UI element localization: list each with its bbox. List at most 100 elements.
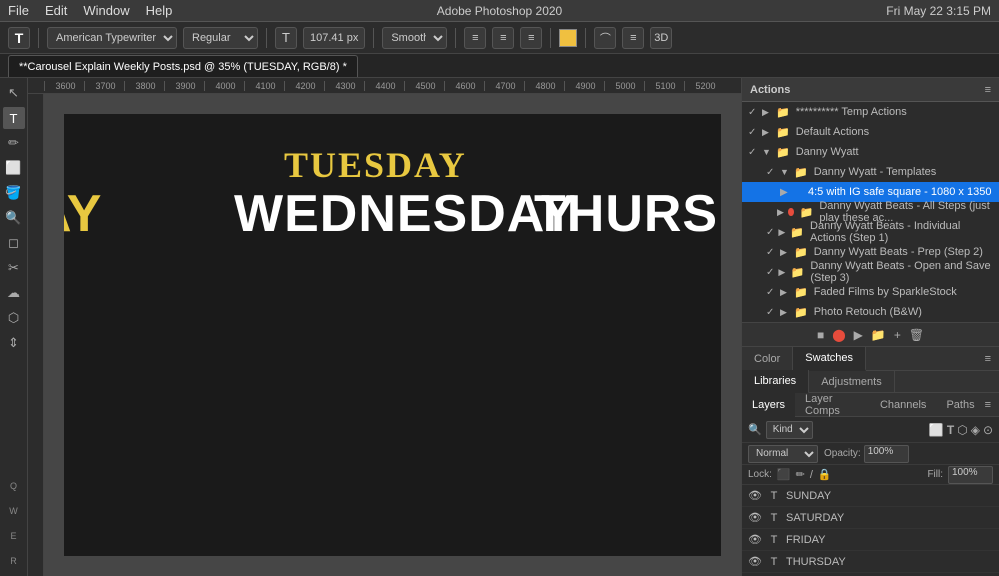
tool-fill[interactable]: 🪣: [3, 182, 25, 204]
action-item-photo-bw[interactable]: ✓ ▶ 📁 Photo Retouch (B&W): [742, 302, 999, 322]
filter-text-icon[interactable]: T: [947, 423, 954, 437]
layer-friday[interactable]: 👁 T FRIDAY: [742, 529, 999, 551]
action-item-beats-all[interactable]: ▶ 📁 Danny Wyatt Beats - All Steps (just …: [742, 202, 999, 222]
folder-icon: 📁: [794, 166, 808, 179]
ruler-tick: 3700: [84, 81, 124, 91]
action-item-templates[interactable]: ✓ ▼ 📁 Danny Wyatt - Templates: [742, 162, 999, 182]
tab-layer-comps[interactable]: Layer Comps: [795, 393, 870, 417]
folder-icon: 📁: [776, 126, 790, 139]
font-family-select[interactable]: American Typewriter: [47, 27, 177, 49]
options-btn[interactable]: ≡: [622, 27, 644, 49]
lock-pixel-icon[interactable]: ⬛: [777, 468, 791, 481]
action-item-faded[interactable]: ✓ ▶ 📁 Faded Films by SparkleStock: [742, 282, 999, 302]
tab-swatches[interactable]: Swatches: [793, 347, 866, 371]
3d-btn[interactable]: 3D: [650, 27, 672, 49]
menu-help[interactable]: Help: [146, 3, 173, 18]
align-right-btn[interactable]: ≡: [520, 27, 542, 49]
tool-zoom[interactable]: 🔍: [3, 207, 25, 229]
filter-effect-icon[interactable]: ⊙: [983, 423, 993, 437]
font-size-input[interactable]: 107.41 px: [303, 27, 365, 49]
tool-select[interactable]: ◻: [3, 232, 25, 254]
lock-label: Lock:: [748, 469, 772, 480]
system-info: Fri May 22 3:15 PM: [886, 4, 991, 18]
actions-new-set-btn[interactable]: 📁: [871, 328, 886, 342]
lock-all-icon[interactable]: 🔒: [818, 468, 832, 481]
actions-panel-menu-icon[interactable]: ≡: [985, 84, 991, 96]
layer-visibility-icon[interactable]: 👁: [748, 533, 762, 546]
tool-mask[interactable]: E: [3, 525, 25, 547]
layers-panel-tabs: Layers Layer Comps Channels Paths ≡: [742, 393, 999, 417]
lock-artboard-icon[interactable]: /: [810, 469, 813, 481]
canvas-area[interactable]: 3600 3700 3800 3900 4000 4100 4200 4300 …: [28, 78, 741, 576]
action-item-4-5[interactable]: ▶ 4:5 with IG safe square - 1080 x 1350: [742, 182, 999, 202]
action-item-default[interactable]: ✓ ▶ 📁 Default Actions: [742, 122, 999, 142]
lock-position-icon[interactable]: ✏: [796, 468, 805, 481]
filter-pixel-icon[interactable]: ⬜: [929, 423, 944, 437]
layer-thursday[interactable]: 👁 T THURSDAY: [742, 551, 999, 573]
tab-paths[interactable]: Paths: [936, 393, 984, 417]
tool-brush[interactable]: ✏: [3, 132, 25, 154]
tool-extra1[interactable]: R: [3, 550, 25, 572]
fill-value[interactable]: 100%: [948, 466, 993, 484]
action-item-beats-ind[interactable]: ✓ ▶ 📁 Danny Wyatt Beats - Individual Act…: [742, 222, 999, 242]
tool-shape[interactable]: ⬡: [3, 307, 25, 329]
action-item-beats-open[interactable]: ✓ ▶ 📁 Danny Wyatt Beats - Open and Save …: [742, 262, 999, 282]
actions-play-btn[interactable]: ▶: [854, 328, 863, 342]
layers-search-bar: 🔍 Kind ⬜ T ⬡ ◈ ⊙: [742, 417, 999, 443]
actions-panel-icons: ≡: [985, 84, 991, 96]
action-item-danny[interactable]: ✓ ▼ 📁 Danny Wyatt: [742, 142, 999, 162]
tool-arrow[interactable]: ↖: [3, 82, 25, 104]
actions-new-btn[interactable]: +: [894, 328, 901, 342]
ruler-tick: 3600: [44, 81, 84, 91]
filter-smart-icon[interactable]: ◈: [971, 423, 980, 437]
layers-type-filters: ⬜ T ⬡ ◈ ⊙: [929, 423, 993, 437]
warp-btn[interactable]: ⌒: [594, 27, 616, 49]
text-color-swatch[interactable]: [559, 29, 577, 47]
filter-shape-icon[interactable]: ⬡: [957, 423, 967, 437]
tool-blur[interactable]: ☁: [3, 282, 25, 304]
anti-alias-select[interactable]: Smooth: [382, 27, 447, 49]
actions-stop-btn[interactable]: ■: [817, 328, 824, 342]
layer-visibility-icon[interactable]: 👁: [748, 555, 762, 568]
layer-visibility-icon[interactable]: 👁: [748, 511, 762, 524]
tool-type[interactable]: T: [3, 107, 25, 129]
active-tab[interactable]: **Carousel Explain Weekly Posts.psd @ 35…: [8, 55, 358, 77]
font-style-select[interactable]: Regular: [183, 27, 258, 49]
tool-background[interactable]: W: [3, 500, 25, 522]
align-center-btn[interactable]: ≡: [492, 27, 514, 49]
tool-type-icon: T: [8, 27, 30, 49]
layers-filter-select[interactable]: Kind: [766, 421, 813, 439]
color-panel-menu-icon[interactable]: ≡: [985, 353, 999, 365]
action-name: Photo Retouch (B&W): [814, 306, 922, 318]
layer-sunday[interactable]: 👁 T SUNDAY: [742, 485, 999, 507]
action-item-temp[interactable]: ✓ ▶ 📁 ********** Temp Actions: [742, 102, 999, 122]
ruler-tick: 5200: [684, 81, 724, 91]
folder-icon: 📁: [776, 106, 790, 119]
align-left-btn[interactable]: ≡: [464, 27, 486, 49]
menu-window[interactable]: Window: [83, 3, 129, 18]
layer-saturday[interactable]: 👁 T SATURDAY: [742, 507, 999, 529]
canvas-content[interactable]: AY TUESDAY WEDNESDAY THURSDAY: [44, 94, 741, 576]
ruler-tick: 5100: [644, 81, 684, 91]
action-item-beats-prep[interactable]: ✓ ▶ 📁 Danny Wyatt Beats - Prep (Step 2): [742, 242, 999, 262]
tab-layers[interactable]: Layers: [742, 393, 795, 417]
tool-move[interactable]: ⇕: [3, 332, 25, 354]
tool-crop[interactable]: ✂: [3, 257, 25, 279]
layer-visibility-icon[interactable]: 👁: [748, 489, 762, 502]
actions-record-btn[interactable]: ⬤: [832, 328, 845, 342]
blend-mode-select[interactable]: Normal: [748, 445, 818, 463]
menu-file[interactable]: File: [8, 3, 29, 18]
tab-libraries[interactable]: Libraries: [742, 370, 809, 394]
layers-panel-menu-icon[interactable]: ≡: [985, 399, 999, 411]
tool-foreground[interactable]: Q: [3, 475, 25, 497]
tab-adjustments[interactable]: Adjustments: [809, 370, 895, 394]
layers-lock-bar: Lock: ⬛ ✏ / 🔒 Fill: 100%: [742, 465, 999, 485]
actions-delete-btn[interactable]: 🗑: [909, 328, 924, 342]
left-toolbox: ↖ T ✏ ⬜ 🪣 🔍 ◻ ✂ ☁ ⬡ ⇕ Q W E R: [0, 78, 28, 576]
tab-channels[interactable]: Channels: [870, 393, 936, 417]
tab-color[interactable]: Color: [742, 347, 793, 371]
opacity-value[interactable]: 100%: [864, 445, 909, 463]
tool-rect[interactable]: ⬜: [3, 157, 25, 179]
menu-edit[interactable]: Edit: [45, 3, 67, 18]
canvas-wednesday-text: WEDNESDAY: [234, 184, 576, 244]
